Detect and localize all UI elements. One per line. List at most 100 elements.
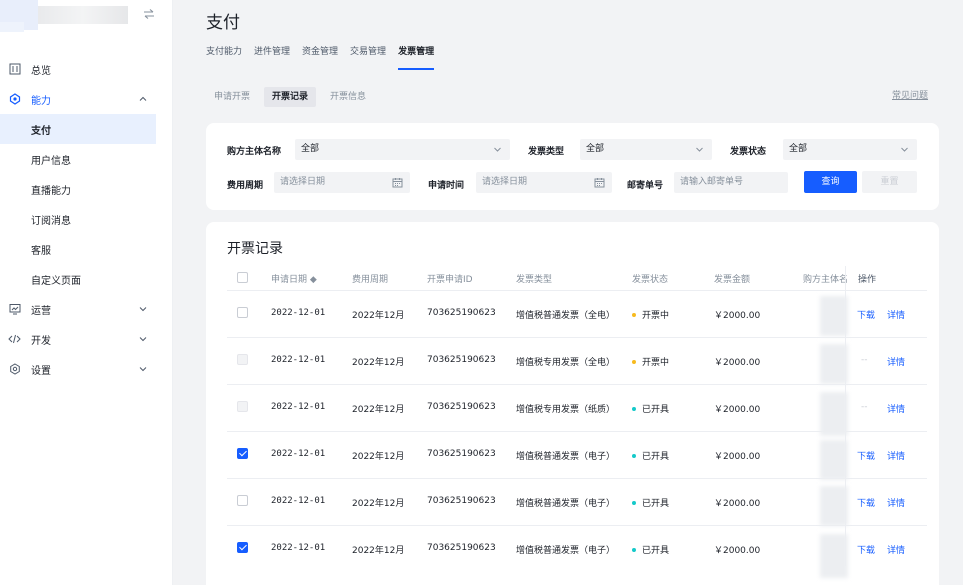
cell-apply-date: 2022-12-01: [271, 355, 326, 365]
subtab-invoice-records[interactable]: 开票记录: [264, 87, 317, 107]
status-dot: [632, 547, 636, 552]
table-row: 2022-12-01 2022年12月 703625190623 增值税普通发票…: [227, 478, 927, 525]
table-row: 2022-12-01 2022年12月 703625190623 增值税普通发票…: [227, 290, 927, 337]
cell-invoice-type: 增值税普通发票（电子）: [516, 499, 616, 509]
cell-fee-period: 2022年12月: [352, 546, 405, 556]
download-unavailable: --: [861, 402, 868, 412]
buyer-select-value: 全部: [301, 144, 320, 154]
download-link[interactable]: 下载: [857, 543, 875, 556]
buyer-select[interactable]: 全部: [295, 139, 510, 160]
tab-invoice-management[interactable]: 发票管理: [398, 44, 435, 70]
sidebar-item-settings[interactable]: 设置: [0, 354, 173, 384]
invoice-records-card: 开票记录 申请日期 ◆ 费用周期 开票申请ID 发票类型 发票状态 发票金额 购…: [206, 222, 939, 585]
cell-invoice-status: 已开具: [632, 402, 669, 415]
cell-invoice-amount: ￥2000.00: [714, 452, 761, 462]
download-link[interactable]: 下载: [857, 496, 875, 509]
cell-apply-id: 703625190623: [427, 355, 496, 365]
tab-transactions[interactable]: 交易管理: [350, 44, 386, 70]
cell-invoice-amount: ￥2000.00: [714, 546, 761, 556]
faq-link[interactable]: 常见问题: [892, 88, 928, 101]
sidebar-subitem-customer-service[interactable]: 客服: [0, 234, 173, 264]
sidebar-subitem-custom-page[interactable]: 自定义页面: [0, 264, 173, 294]
cell-invoice-type: 增值税专用发票（纸质）: [516, 405, 616, 415]
invoice-type-label: 发票类型: [528, 147, 565, 157]
cell-invoice-amount: ￥2000.00: [714, 311, 761, 321]
invoice-type-value: 全部: [586, 144, 605, 154]
query-button[interactable]: 查询: [804, 171, 857, 193]
download-unavailable: --: [861, 355, 868, 365]
app-logo: [0, 0, 128, 32]
sidebar-subitem-subscription[interactable]: 订阅消息: [0, 204, 173, 234]
header-invoice-type: 发票类型: [516, 275, 553, 285]
row-checkbox[interactable]: [237, 448, 248, 459]
reset-button[interactable]: 重置: [862, 171, 917, 193]
chevron-down-icon: [139, 337, 147, 342]
cell-fee-period: 2022年12月: [352, 358, 405, 368]
cell-invoice-status: 开票中: [632, 355, 669, 368]
sidebar-item-label: 运营: [31, 305, 51, 317]
tab-payment-capability[interactable]: 支付能力: [206, 44, 242, 70]
sidebar-item-label: 开发: [31, 335, 51, 347]
cell-invoice-amount: ￥2000.00: [714, 358, 761, 368]
mail-no-placeholder: 请输入邮寄单号: [680, 177, 744, 187]
download-link[interactable]: 下载: [857, 308, 875, 321]
subtab-apply-invoice[interactable]: 申请开票: [214, 87, 258, 107]
cell-invoice-type: 增值税普通发票（电子）: [516, 546, 616, 556]
sidebar-subitem-live[interactable]: 直播能力: [0, 174, 173, 204]
sub-tabs: 申请开票 开票记录 开票信息: [214, 87, 380, 107]
mail-no-input[interactable]: 请输入邮寄单号: [674, 172, 788, 193]
cell-apply-id: 703625190623: [427, 449, 496, 459]
header-invoice-status: 发票状态: [632, 275, 669, 285]
table-row: 2022-12-01 2022年12月 703625190623 增值税普通发票…: [227, 431, 927, 478]
invoice-status-label: 发票状态: [730, 147, 767, 157]
sidebar: 总览 能力 支付 用户信息 直播能力 订阅消息 客服 自定义页面 运营 开发 设…: [0, 0, 173, 585]
status-dot: [632, 359, 636, 364]
cell-fee-period: 2022年12月: [352, 405, 405, 415]
top-tabs: 支付能力 进件管理 资金管理 交易管理 发票管理: [206, 44, 446, 70]
cell-fee-period: 2022年12月: [352, 452, 405, 462]
table-row: 2022-12-01 2022年12月 703625190623 增值税专用发票…: [227, 384, 927, 431]
download-link[interactable]: 下载: [857, 449, 875, 462]
detail-link[interactable]: 详情: [887, 543, 905, 556]
subtab-invoice-info[interactable]: 开票信息: [322, 87, 374, 107]
tab-onboarding[interactable]: 进件管理: [254, 44, 290, 70]
row-checkbox[interactable]: [237, 542, 248, 553]
operation-icon: [8, 303, 21, 316]
apply-time-picker[interactable]: 请选择日期: [476, 172, 612, 193]
header-invoice-amount: 发票金额: [714, 275, 751, 285]
select-all-checkbox[interactable]: [237, 272, 248, 283]
sidebar-item-operation[interactable]: 运营: [0, 294, 173, 324]
filter-panel: 购方主体名称 全部 发票类型 全部 发票状态 全部 费用周期 请选择日期 申请时…: [206, 123, 939, 210]
overview-icon: [8, 63, 21, 76]
detail-link[interactable]: 详情: [887, 308, 905, 321]
invoice-status-select[interactable]: 全部: [783, 139, 917, 160]
cell-invoice-amount: ￥2000.00: [714, 405, 761, 415]
detail-link[interactable]: 详情: [887, 402, 905, 415]
fee-period-label: 费用周期: [227, 181, 264, 191]
sidebar-subitem-payment[interactable]: 支付: [0, 114, 156, 144]
code-icon: [8, 333, 21, 346]
detail-link[interactable]: 详情: [887, 449, 905, 462]
chevron-down-icon: [139, 307, 147, 312]
cell-apply-date: 2022-12-01: [271, 496, 326, 506]
mail-no-label: 邮寄单号: [627, 181, 664, 191]
sidebar-subitem-user-info[interactable]: 用户信息: [0, 144, 173, 174]
calendar-icon: [594, 178, 605, 188]
row-checkbox: [237, 401, 248, 412]
invoice-type-select[interactable]: 全部: [580, 139, 712, 160]
collapse-sidebar-icon[interactable]: [142, 7, 156, 21]
cell-apply-id: 703625190623: [427, 402, 496, 412]
tab-funds[interactable]: 资金管理: [302, 44, 338, 70]
chevron-down-icon: [696, 147, 703, 152]
fee-period-picker[interactable]: 请选择日期: [274, 172, 410, 193]
sidebar-item-overview[interactable]: 总览: [0, 54, 173, 84]
detail-link[interactable]: 详情: [887, 355, 905, 368]
detail-link[interactable]: 详情: [887, 496, 905, 509]
cell-invoice-status: 开票中: [632, 308, 669, 321]
sidebar-item-develop[interactable]: 开发: [0, 324, 173, 354]
header-apply-date[interactable]: 申请日期 ◆: [271, 272, 317, 285]
row-checkbox[interactable]: [237, 495, 248, 506]
row-checkbox[interactable]: [237, 307, 248, 318]
status-dot: [632, 312, 636, 317]
sidebar-item-capability[interactable]: 能力: [0, 84, 173, 114]
